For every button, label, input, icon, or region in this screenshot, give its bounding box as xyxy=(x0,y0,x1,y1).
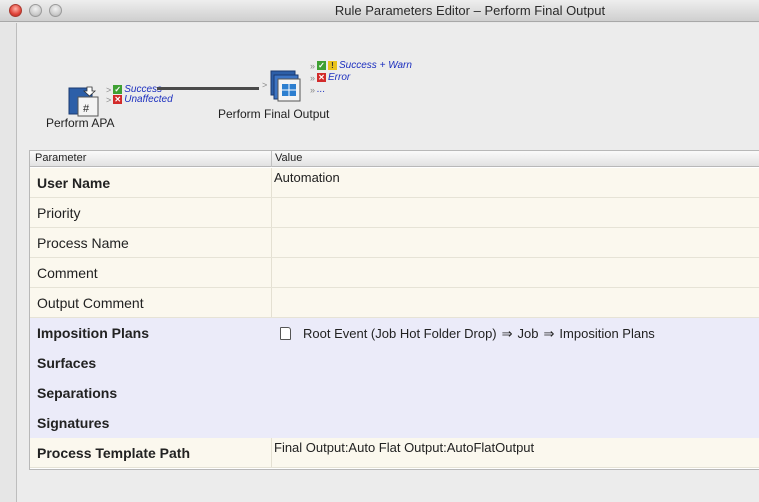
parameter-name: Separations xyxy=(37,385,118,401)
chevron-icon: > xyxy=(106,94,112,105)
cell-divider xyxy=(271,378,272,407)
parameter-name: Signatures xyxy=(37,415,110,431)
x-icon: ✕ xyxy=(113,95,123,104)
cell-divider xyxy=(271,348,272,377)
chevron-icon: > xyxy=(262,80,268,90)
arrow-right-icon: ⇒ xyxy=(501,326,513,341)
arrow-right-icon: ⇒ xyxy=(543,326,555,341)
parameter-column-header[interactable]: Parameter xyxy=(35,152,86,164)
parameter-name: Comment xyxy=(37,265,98,281)
table-row-process-template-path[interactable]: Process Template Path Final Output:Auto … xyxy=(30,438,759,468)
table-row-imposition-plans[interactable]: Imposition Plans Root Event (Job Hot Fol… xyxy=(30,318,759,348)
cell-divider xyxy=(271,168,272,197)
cell-divider xyxy=(271,258,272,287)
path-segment: Job xyxy=(517,326,539,341)
outcome-label: ... xyxy=(317,84,326,95)
cell-divider xyxy=(271,438,272,467)
cell-divider xyxy=(271,288,272,317)
table-row-surfaces[interactable]: Surfaces xyxy=(30,348,759,378)
perform-final-output-icon[interactable] xyxy=(270,70,302,102)
parameters-table: Parameter Value User Name Automation Pri… xyxy=(29,150,759,470)
chevron-icon: » xyxy=(310,60,316,71)
left-margin xyxy=(0,23,16,502)
parameter-name: Process Template Path xyxy=(37,445,191,461)
source-outcome-unaffected: > ✕ Unaffected xyxy=(106,94,173,105)
connector-line xyxy=(157,87,259,90)
chevron-icon: > xyxy=(106,84,112,95)
column-divider[interactable] xyxy=(271,151,272,167)
cell-divider xyxy=(271,318,272,347)
cell-divider xyxy=(271,198,272,227)
close-button[interactable] xyxy=(9,4,22,17)
table-row-priority[interactable]: Priority xyxy=(30,198,759,228)
parameter-value[interactable]: Final Output:Auto Flat Output:AutoFlatOu… xyxy=(274,440,534,455)
chevron-icon: » xyxy=(310,84,316,95)
parameter-name: Surfaces xyxy=(37,355,97,371)
check-icon: ✓ xyxy=(317,61,327,70)
table-row-process-name[interactable]: Process Name xyxy=(30,228,759,258)
table-row-signatures[interactable]: Signatures xyxy=(30,408,759,438)
outcome-label: Success + Warn xyxy=(339,60,412,71)
check-icon: ✓ xyxy=(113,85,123,94)
x-icon: ✕ xyxy=(317,73,327,82)
table-row-separations[interactable]: Separations xyxy=(30,378,759,408)
table-header: Parameter Value xyxy=(30,151,759,167)
table-row-user-name[interactable]: User Name Automation xyxy=(30,168,759,198)
chevron-icon: » xyxy=(310,72,316,83)
perform-apa-icon[interactable]: # xyxy=(68,85,100,117)
svg-text:#: # xyxy=(83,103,90,115)
parameter-name: Priority xyxy=(37,205,81,221)
table-row-comment[interactable]: Comment xyxy=(30,258,759,288)
cell-divider xyxy=(271,228,272,257)
window-title: Rule Parameters Editor – Perform Final O… xyxy=(334,3,606,18)
warning-icon: ! xyxy=(328,61,338,70)
parameter-value[interactable]: Automation xyxy=(274,170,340,185)
source-node-label: Perform APA xyxy=(46,116,115,130)
cell-divider xyxy=(271,408,272,437)
outcome-label: Unaffected xyxy=(124,94,173,105)
parameter-name: Output Comment xyxy=(37,295,144,311)
table-row-output-comment[interactable]: Output Comment xyxy=(30,288,759,318)
path-segment: Root Event (Job Hot Folder Drop) xyxy=(303,326,497,341)
value-column-header[interactable]: Value xyxy=(275,152,302,164)
parameter-name: Process Name xyxy=(37,235,129,251)
target-outcome-more: » ... xyxy=(310,84,325,95)
parameter-name: Imposition Plans xyxy=(37,325,150,341)
zoom-button[interactable] xyxy=(49,4,62,17)
minimize-button[interactable] xyxy=(29,4,42,17)
parameter-name: User Name xyxy=(37,175,111,191)
target-outcome-success-warn: » ✓ ! Success + Warn xyxy=(310,60,412,71)
target-outcome-error: » ✕ Error xyxy=(310,72,350,83)
title-bar: Rule Parameters Editor – Perform Final O… xyxy=(0,0,759,22)
document-icon xyxy=(280,327,291,340)
path-segment: Imposition Plans xyxy=(559,326,655,341)
target-node-label: Perform Final Output xyxy=(218,107,330,121)
parameter-value-path[interactable]: Root Event (Job Hot Folder Drop) ⇒ Job ⇒ Imp… xyxy=(280,326,655,342)
outcome-label: Error xyxy=(328,72,351,83)
